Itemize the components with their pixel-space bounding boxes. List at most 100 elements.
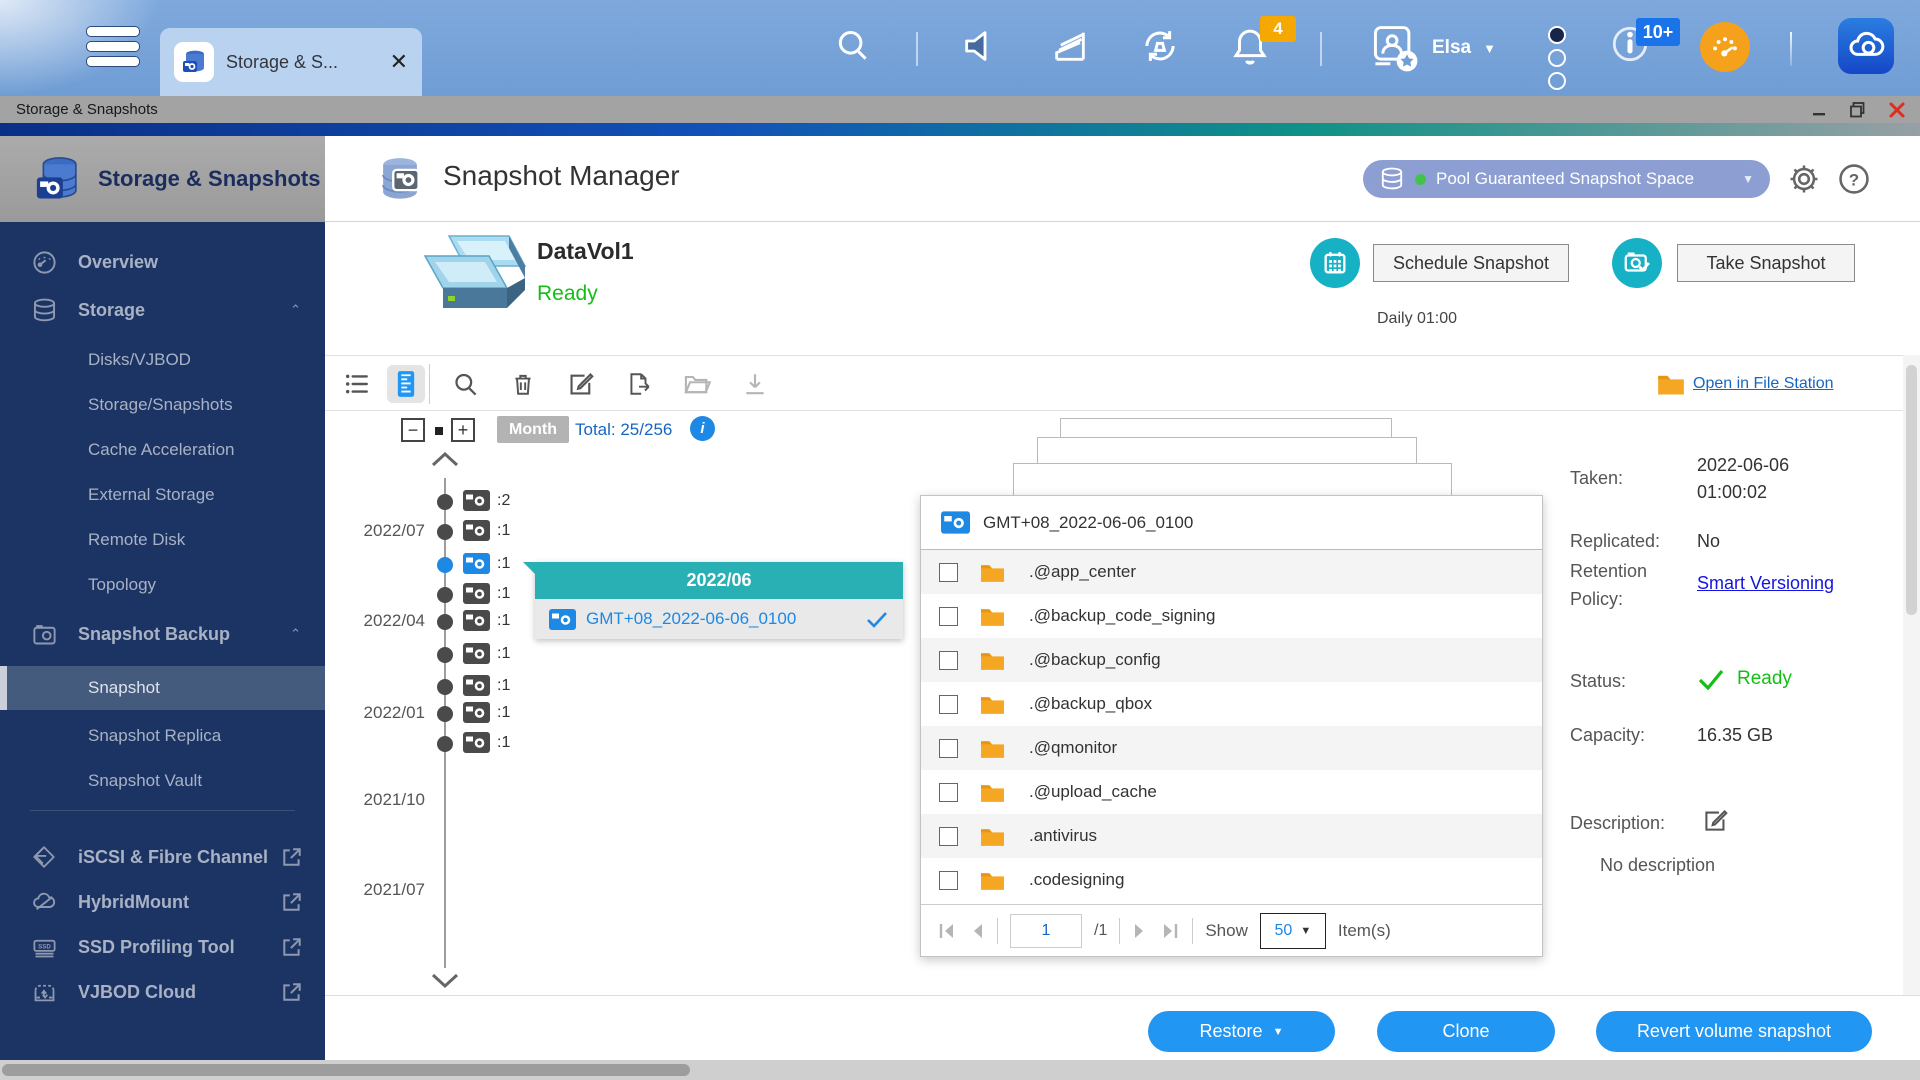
- volume-icon[interactable]: [958, 24, 1002, 68]
- description-label: Description:: [1570, 810, 1700, 838]
- snapshot-icon[interactable]: [463, 610, 490, 631]
- snapshot-icon[interactable]: [463, 520, 490, 541]
- folder-row[interactable]: .codesigning: [921, 858, 1542, 902]
- retention-policy-link[interactable]: Smart Versioning: [1697, 570, 1834, 597]
- folder-checkbox[interactable]: [939, 871, 958, 890]
- sidebar-item-topology[interactable]: Topology: [0, 567, 325, 603]
- system-info-count-badge: 10+: [1636, 18, 1680, 46]
- sync-icon[interactable]: [1138, 24, 1182, 68]
- folder-checkbox[interactable]: [939, 563, 958, 582]
- tooltip-snapshot-row[interactable]: GMT+08_2022-06-06_0100: [535, 599, 903, 639]
- take-snapshot-icon[interactable]: [1612, 238, 1662, 288]
- schedule-snapshot-button[interactable]: Schedule Snapshot: [1373, 244, 1569, 282]
- snapshot-manager-icon: [373, 153, 427, 207]
- myqnapcloud-icon[interactable]: [1838, 18, 1894, 74]
- timeline-view-icon[interactable]: [387, 365, 425, 403]
- sidebar-item-iscsi-fibre-channel[interactable]: iSCSI & Fibre Channel: [0, 839, 325, 875]
- folder-row[interactable]: .antivirus: [921, 814, 1542, 858]
- app-tab-storage-snapshots[interactable]: Storage & S... ✕: [160, 28, 422, 96]
- sidebar-item-ssd-profiling-tool[interactable]: SSD SSD Profiling Tool: [0, 929, 325, 965]
- sidebar-item-storage-snapshots[interactable]: Storage/Snapshots: [0, 387, 325, 423]
- folder-row[interactable]: .@app_center: [921, 550, 1542, 594]
- zoom-in-button[interactable]: +: [451, 418, 475, 442]
- vertical-scrollbar[interactable]: [1903, 355, 1920, 995]
- folder-checkbox[interactable]: [939, 695, 958, 714]
- stacked-window-outline: [1037, 437, 1417, 466]
- folder-checkbox[interactable]: [939, 739, 958, 758]
- sidebar-item-external-storage[interactable]: External Storage: [0, 477, 325, 513]
- sidebar-item-overview[interactable]: Overview: [0, 244, 325, 280]
- main-menu-icon[interactable]: [86, 26, 140, 70]
- close-icon[interactable]: [1888, 101, 1906, 119]
- open-in-file-station-link[interactable]: Open in File Station: [1693, 375, 1834, 393]
- take-snapshot-button[interactable]: Take Snapshot: [1677, 244, 1855, 282]
- folder-checkbox[interactable]: [939, 827, 958, 846]
- horizontal-scrollbar-thumb[interactable]: [2, 1064, 690, 1076]
- sidebar-item-snapshot[interactable]: Snapshot: [0, 670, 325, 706]
- export-snapshot-icon[interactable]: [623, 368, 655, 400]
- sidebar-item-snapshot-vault[interactable]: Snapshot Vault: [0, 763, 325, 799]
- sidebar-item-cache-acceleration[interactable]: Cache Acceleration: [0, 432, 325, 468]
- background-tasks-icon[interactable]: [1048, 24, 1092, 68]
- edit-description-icon[interactable]: [1703, 808, 1728, 833]
- info-icon[interactable]: i: [690, 416, 715, 441]
- delete-snapshot-icon[interactable]: [507, 368, 539, 400]
- snapshot-icon[interactable]: [463, 490, 490, 511]
- first-page-icon[interactable]: [937, 922, 957, 940]
- maximize-icon[interactable]: [1849, 101, 1866, 118]
- snapshot-icon[interactable]: [463, 583, 490, 604]
- folder-checkbox[interactable]: [939, 651, 958, 670]
- folder-icon: [980, 738, 1005, 759]
- folder-checkbox[interactable]: [939, 783, 958, 802]
- pool-guaranteed-snapshot-space-button[interactable]: Pool Guaranteed Snapshot Space ▼: [1363, 160, 1770, 198]
- timeline-scroll-down-icon[interactable]: [429, 972, 461, 990]
- sidebar-item-hybridmount[interactable]: HybridMount: [0, 884, 325, 920]
- sidebar-item-vjbod-cloud[interactable]: VJBOD Cloud: [0, 974, 325, 1010]
- sidebar-item-remote-disk[interactable]: Remote Disk: [0, 522, 325, 558]
- dashboard-gauge-icon[interactable]: [1700, 22, 1750, 72]
- folder-row[interactable]: .@upload_cache: [921, 770, 1542, 814]
- snapshot-icon[interactable]: [463, 675, 490, 696]
- sidebar-item-snapshot-backup[interactable]: Snapshot Backup ⌃: [0, 616, 325, 652]
- folder-checkbox[interactable]: [939, 607, 958, 626]
- schedule-calendar-icon[interactable]: [1310, 238, 1360, 288]
- folder-row[interactable]: .@backup_code_signing: [921, 594, 1542, 638]
- prev-page-icon[interactable]: [969, 922, 985, 940]
- folder-row[interactable]: .@backup_config: [921, 638, 1542, 682]
- page-size-select[interactable]: 50 ▼: [1260, 913, 1326, 949]
- folder-row[interactable]: .@backup_qbox: [921, 682, 1542, 726]
- chevron-up-icon[interactable]: ⌃: [290, 302, 301, 318]
- user-menu[interactable]: Elsa ▼: [1368, 22, 1496, 74]
- sidebar-item-snapshot-replica[interactable]: Snapshot Replica: [0, 718, 325, 754]
- snapshot-icon[interactable]: [463, 732, 490, 753]
- vertical-scrollbar-thumb[interactable]: [1906, 365, 1917, 615]
- minimize-icon[interactable]: [1811, 102, 1827, 118]
- list-view-icon[interactable]: [341, 368, 373, 400]
- settings-gear-icon[interactable]: [1787, 162, 1821, 196]
- more-options-icon[interactable]: [1548, 26, 1566, 95]
- sidebar-item-storage[interactable]: Storage ⌃: [0, 292, 325, 328]
- edit-snapshot-icon[interactable]: [565, 368, 597, 400]
- revert-volume-snapshot-button[interactable]: Revert volume snapshot: [1596, 1011, 1872, 1052]
- page-total: /1: [1094, 922, 1107, 940]
- snapshot-icon[interactable]: [463, 643, 490, 664]
- restore-button[interactable]: Restore ▼: [1148, 1011, 1335, 1052]
- sidebar-item-disks-vjbod[interactable]: Disks/VJBOD: [0, 342, 325, 378]
- horizontal-scrollbar[interactable]: [0, 1060, 1920, 1080]
- snapshot-icon-selected[interactable]: [463, 553, 490, 574]
- search-snapshot-icon[interactable]: [449, 368, 481, 400]
- zoom-out-button[interactable]: −: [401, 418, 425, 442]
- page-number-input[interactable]: 1: [1010, 914, 1082, 948]
- tab-close-icon[interactable]: ✕: [390, 49, 408, 75]
- chevron-up-icon[interactable]: ⌃: [290, 626, 301, 642]
- help-icon[interactable]: ?: [1837, 162, 1871, 196]
- search-icon[interactable]: [831, 24, 875, 68]
- svg-text:SSD: SSD: [38, 943, 51, 950]
- folder-row[interactable]: .@qmonitor: [921, 726, 1542, 770]
- open-folder-icon: [681, 368, 713, 400]
- snapshot-icon[interactable]: [463, 702, 490, 723]
- clone-button[interactable]: Clone: [1377, 1011, 1555, 1052]
- timeline-scroll-up-icon[interactable]: [429, 450, 461, 468]
- last-page-icon[interactable]: [1160, 922, 1180, 940]
- next-page-icon[interactable]: [1132, 922, 1148, 940]
